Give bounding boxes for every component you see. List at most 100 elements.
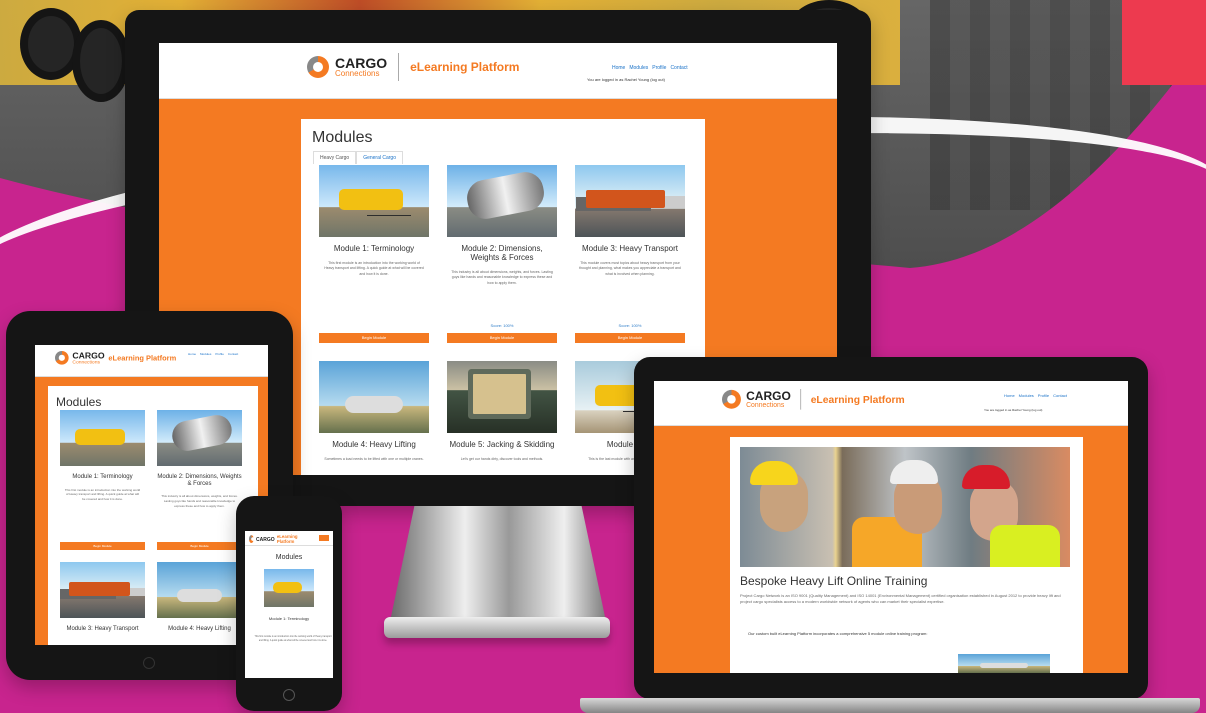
module-description: This industry is all about dimensions, w… [161,494,238,508]
nav-contact[interactable]: Contact [670,65,687,71]
phone-home-button[interactable] [283,689,295,701]
brand-text: CARGO Connections [335,56,387,78]
tablet-screen: CARGO Connections eLearning Platform Home… [35,345,268,645]
login-status[interactable]: You are logged in as Rachel Young (log o… [587,77,665,82]
cylindrical-load-photo [447,165,557,237]
cylindrical-load-photo [157,410,242,466]
phone-logo: CARGO eLearning Platform [249,534,301,544]
brand-text: CARGO [256,537,275,542]
heavy-lifting-photo [319,361,429,433]
desktop-stand [388,506,608,631]
module-card-2[interactable]: Module 2: Dimensions, Weights & Forces T… [447,165,557,343]
module-card-4[interactable]: Module 4: Heavy Lifting Sometimes a load… [319,361,429,475]
tablet-module-grid: Module 1: Terminology This first module i… [60,410,242,638]
phone-screen: CARGO eLearning Platform Modules Module … [245,531,333,678]
marketing-composition: CARGO Connections eLearning Platform Hom… [0,0,1206,713]
heavy-truck-photo [60,410,145,466]
module-title: Module 2: Dimensions, Weights & Forces [461,244,543,262]
nav-home[interactable]: Home [1004,393,1015,398]
trailer-wheel-icon [72,20,130,102]
modules-title: Modules [56,395,102,409]
module-card-1[interactable]: Module 1: Terminology This first module i… [60,410,145,550]
begin-module-button[interactable]: Begin Module [319,333,429,343]
nav-profile[interactable]: Profile [215,352,224,356]
cargo-logo-icon [55,351,69,365]
nav-modules[interactable]: Modules [1019,393,1034,398]
brand-subtitle: Connections [746,401,785,409]
login-status[interactable]: You are logged in as Rachel Young (log o… [984,408,1042,412]
brand-text: CARGO Connections [746,390,791,409]
module-score: Score: 100% [618,323,642,328]
cargo-logo-icon [307,56,329,78]
begin-module-button[interactable]: Begin Module [575,333,685,343]
module-card-3[interactable]: Module 3: Heavy Transport This module co… [575,165,685,343]
module-card-5[interactable]: Module 5: Jacking & Skidding Let's get o… [447,361,557,475]
nav-contact[interactable]: Contact [1053,393,1067,398]
lifting-thumbnail-photo [958,654,1050,673]
mobile-menu-button[interactable] [319,535,329,541]
nav-modules[interactable]: Modules [629,65,648,71]
begin-module-button[interactable]: Begin Module [60,542,145,550]
module-card-1[interactable]: Module 1: Terminology This first module … [319,165,429,343]
module-title: Module 4: Heavy Lifting [332,440,416,449]
nav-home[interactable]: Home [188,352,196,356]
module-description: Sometimes a load needs to be lifted with… [324,456,424,461]
module-card-2[interactable]: Module 2: Dimensions, Weights & Forces Th… [157,410,242,550]
module-description: Let's get our hands dirty, discover tool… [460,456,544,461]
heavy-transport-photo [575,165,685,237]
brand-text: CARGO Connections [72,351,104,365]
laptop-screen: CARGO Connections eLearning Platform Home… [654,381,1128,673]
nav-home[interactable]: Home [612,65,625,71]
training-team-photo [740,447,1070,567]
module-description: This module covers most topics about hea… [579,260,681,276]
nav-profile[interactable]: Profile [652,65,666,71]
yellow-safety-vest [990,525,1060,567]
training-body: Project Cargo Network is an ISO 9001 (Qu… [740,593,1061,604]
platform-title: eLearning Platform [810,393,905,406]
laptop-base [580,698,1200,713]
module-card-grid: Module 1: Terminology This first module … [319,165,685,475]
brand-subtitle: Connections [72,359,100,365]
modules-title: Modules [312,129,373,146]
phone-device: CARGO eLearning Platform Modules Module … [236,496,342,711]
logo-divider [398,53,400,81]
platform-title: eLearning Platform [276,534,298,545]
nav-profile[interactable]: Profile [1038,393,1049,398]
laptop-nav: Home Modules Profile Contact [1004,393,1067,398]
module-title: Module 1: Terminology [333,244,415,253]
module-description: This first module is an introduction int… [254,636,332,642]
tablet-logo: CARGO Connections eLearning Platform [55,351,176,365]
desktop-header: CARGO Connections eLearning Platform Hom… [159,43,837,99]
training-title: Bespoke Heavy Lift Online Training [740,574,928,588]
tablet-nav: Home Modules Profile Contact [188,352,238,356]
platform-title: eLearning Platform [410,60,520,74]
module-tabs: Heavy Cargo General Cargo [313,151,403,164]
tablet-home-button[interactable] [143,657,155,669]
module-title: Module 2: Dimensions, Weights & Forces [157,474,242,487]
laptop-logo: CARGO Connections eLearning Platform [722,389,905,410]
heavy-transport-photo [60,562,145,618]
brand-subtitle: Connections [335,69,380,78]
cargo-logo-icon [722,389,741,409]
phone-header: CARGO eLearning Platform [245,531,333,546]
tab-heavy-cargo[interactable]: Heavy Cargo [313,151,357,164]
module-card-4[interactable]: Module 4: Heavy Lifting [157,562,242,638]
begin-module-button[interactable]: Begin Module [447,333,557,343]
nav-contact[interactable]: Contact [228,352,238,356]
module-card-3[interactable]: Module 3: Heavy Transport [60,562,145,638]
desktop-logo: CARGO Connections eLearning Platform [307,53,519,81]
tab-general-cargo[interactable]: General Cargo [356,151,403,164]
tablet-header: CARGO Connections eLearning Platform Home… [35,345,268,377]
module-title: Module 1: Terminology [268,616,310,621]
begin-module-button[interactable]: Begin Module [157,542,242,550]
cargo-logo-icon [249,535,255,543]
jacking-skidding-photo [447,361,557,433]
modules-title: Modules [275,554,303,561]
training-callout: Our custom built eLearning Platform inco… [748,631,928,636]
nav-modules[interactable]: Modules [200,352,211,356]
yellow-helmet-icon [750,461,798,485]
module-description: This first module is an introduction int… [324,260,424,276]
module-title: Module 5: Jacking & Skidding [449,440,555,449]
desktop-base [384,617,610,638]
tablet-modules-panel: Modules Module 1: Terminology This first … [48,386,258,645]
